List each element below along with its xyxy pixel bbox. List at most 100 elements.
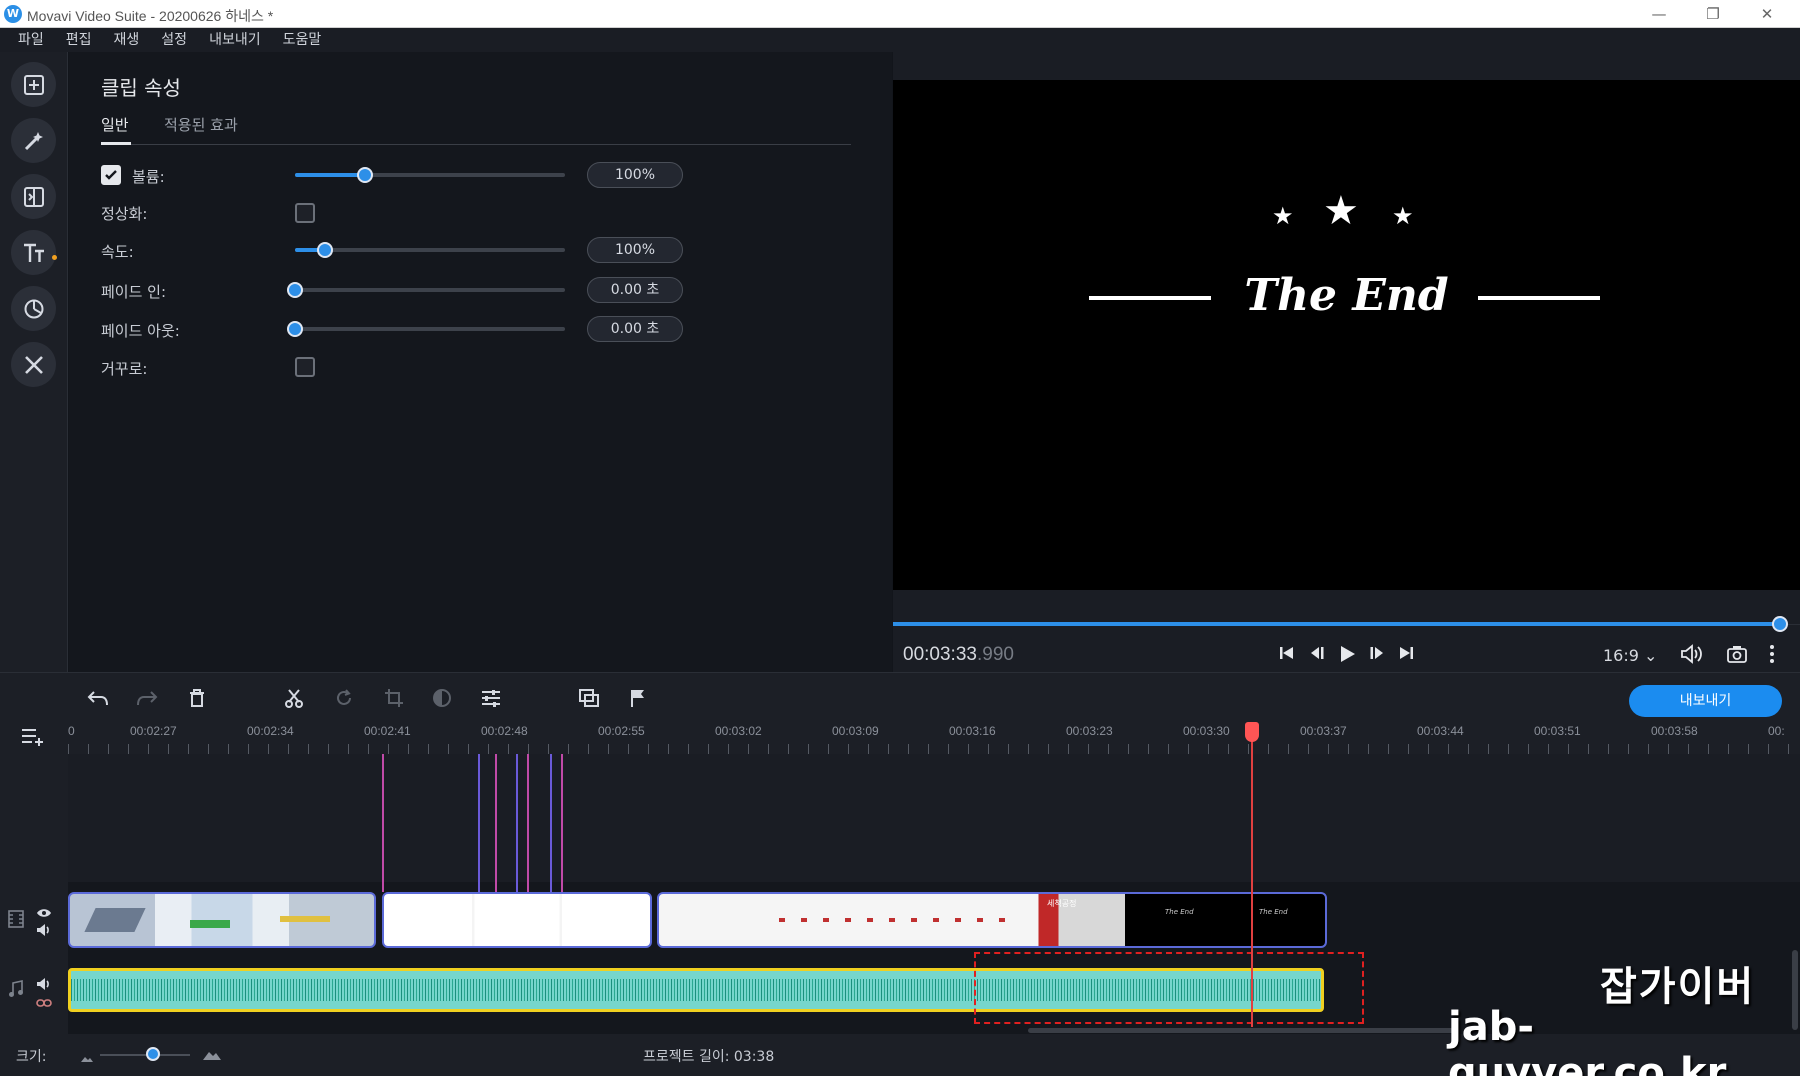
- small-star-right-icon: ★: [1392, 202, 1414, 230]
- import-icon[interactable]: [11, 62, 56, 107]
- clip-thumbnail-shape: [779, 918, 1009, 922]
- fade-out-value[interactable]: 0.00 초: [587, 316, 683, 342]
- video-clip-2[interactable]: [382, 892, 652, 948]
- reverse-checkbox[interactable]: [295, 357, 315, 377]
- title-clip-marker[interactable]: [495, 754, 497, 892]
- title-track[interactable]: [68, 754, 1800, 882]
- undo-icon[interactable]: [85, 685, 111, 711]
- menu-export[interactable]: 내보내기: [209, 28, 261, 52]
- highlight-selection-box: [974, 952, 1364, 1024]
- fade-in-slider[interactable]: [287, 282, 565, 298]
- rotate-icon[interactable]: [331, 685, 357, 711]
- stickers-icon[interactable]: [11, 286, 56, 331]
- color-icon[interactable]: [429, 685, 455, 711]
- ruler-ticks: [68, 744, 1800, 754]
- menu-edit[interactable]: 편집: [66, 28, 92, 52]
- fade-in-slider-knob[interactable]: [287, 282, 303, 298]
- cut-icon[interactable]: [281, 685, 307, 711]
- playhead-handle[interactable]: [1245, 722, 1259, 742]
- menu-file[interactable]: 파일: [18, 28, 44, 52]
- snapshot-camera-icon[interactable]: [1726, 644, 1748, 669]
- eye-icon[interactable]: [36, 904, 52, 923]
- transitions-icon[interactable]: [11, 174, 56, 219]
- audio-volume-icon[interactable]: [36, 976, 52, 995]
- menu-settings[interactable]: 설정: [161, 28, 187, 52]
- restore-button[interactable]: ❐: [1690, 2, 1736, 26]
- playhead-line[interactable]: [1251, 722, 1253, 1027]
- playback-progress-knob[interactable]: [1772, 616, 1788, 632]
- prev-frame-icon[interactable]: [1308, 644, 1326, 667]
- tab-general[interactable]: 일반: [101, 114, 129, 135]
- timecode: 00:03:33.990: [903, 644, 1014, 666]
- title-clip-marker[interactable]: [527, 754, 529, 892]
- playback-progress[interactable]: [893, 622, 1779, 626]
- volume-value[interactable]: 100%: [587, 162, 683, 188]
- minimize-button[interactable]: —: [1636, 2, 1682, 26]
- redo-icon[interactable]: [134, 685, 160, 711]
- title-clip-marker[interactable]: [550, 754, 552, 892]
- video-track-icon: [8, 910, 24, 932]
- magic-wand-icon[interactable]: [11, 118, 56, 163]
- menu-playback[interactable]: 재생: [114, 28, 140, 52]
- normalize-checkbox[interactable]: [295, 203, 315, 223]
- close-button[interactable]: ✕: [1744, 2, 1790, 26]
- crop-icon[interactable]: [381, 685, 407, 711]
- title-clip-marker[interactable]: [478, 754, 480, 892]
- volume-slider-knob[interactable]: [357, 167, 374, 183]
- add-track-icon[interactable]: [20, 726, 46, 750]
- tab-applied-effects[interactable]: 적용된 효과: [164, 114, 238, 135]
- volume-slider-fill: [295, 173, 366, 177]
- zoom-in-icon[interactable]: [202, 1046, 222, 1065]
- zoom-slider-knob[interactable]: [146, 1047, 160, 1061]
- ruler-label: 00:03:30: [1183, 724, 1230, 738]
- fade-out-slider-knob[interactable]: [287, 321, 303, 337]
- overlay-icon[interactable]: [576, 685, 602, 711]
- timeline-ruler[interactable]: 0 00:02:27 00:02:34 00:02:41 00:02:48 00…: [0, 722, 1800, 754]
- normalize-label: 정상화:: [101, 205, 148, 223]
- reverse-label: 거꾸로:: [101, 360, 148, 378]
- zoom-out-icon[interactable]: [80, 1048, 94, 1067]
- menu-help[interactable]: 도움말: [283, 28, 322, 52]
- fade-in-label: 페이드 인:: [101, 283, 167, 301]
- ruler-label: 00:02:34: [247, 724, 294, 738]
- more-options-icon[interactable]: [1769, 644, 1775, 669]
- video-clip-3[interactable]: 세척공정 The End The End: [657, 892, 1327, 948]
- clip-thumbnail-text: The End: [1259, 908, 1288, 916]
- link-icon[interactable]: [36, 994, 52, 1013]
- title-clip-marker[interactable]: [516, 754, 518, 892]
- movavi-app: W Movavi Video Suite - 20200626 하네스 * — …: [0, 0, 1800, 1076]
- speed-label: 속도:: [101, 243, 134, 261]
- speed-slider-knob[interactable]: [316, 242, 333, 258]
- aspect-ratio-select[interactable]: 16:9 ⌄: [1603, 646, 1657, 665]
- skip-to-start-icon[interactable]: [1278, 644, 1296, 667]
- speed-slider[interactable]: [295, 242, 565, 258]
- title-clip-marker[interactable]: [561, 754, 563, 892]
- volume-checkbox[interactable]: [101, 165, 121, 185]
- delete-icon[interactable]: [184, 685, 210, 711]
- video-mute-icon[interactable]: [36, 922, 52, 941]
- preview-screen[interactable]: ★ ★ ★ The End: [893, 80, 1800, 590]
- video-clip-1[interactable]: [68, 892, 376, 948]
- timeline-horizontal-scrollbar[interactable]: [1028, 1028, 1458, 1033]
- ruler-label: 00:03:09: [832, 724, 879, 738]
- next-frame-icon[interactable]: [1368, 644, 1386, 667]
- fade-out-slider[interactable]: [287, 321, 565, 337]
- track-headers: [0, 754, 68, 1034]
- speed-value[interactable]: 100%: [587, 237, 683, 263]
- export-button[interactable]: 내보내기: [1629, 685, 1782, 717]
- adjust-icon[interactable]: [478, 685, 504, 711]
- play-icon[interactable]: [1337, 644, 1357, 669]
- preview-panel: ★ ★ ★ The End 00:03:33.990 16:9 ⌄: [893, 52, 1800, 672]
- project-length: 프로젝트 길이: 03:38: [643, 1049, 775, 1065]
- titles-icon[interactable]: [11, 230, 56, 275]
- tools-icon[interactable]: [11, 342, 56, 387]
- fade-in-value[interactable]: 0.00 초: [587, 277, 683, 303]
- marker-flag-icon[interactable]: [625, 685, 651, 711]
- volume-icon[interactable]: [1680, 644, 1704, 669]
- ruler-label: 00:03:37: [1300, 724, 1347, 738]
- ruler-label: 00:: [1768, 724, 1785, 738]
- title-clip-marker[interactable]: [382, 754, 384, 892]
- zoom-slider[interactable]: [100, 1054, 190, 1056]
- skip-to-end-icon[interactable]: [1397, 644, 1415, 667]
- volume-slider[interactable]: [295, 167, 565, 183]
